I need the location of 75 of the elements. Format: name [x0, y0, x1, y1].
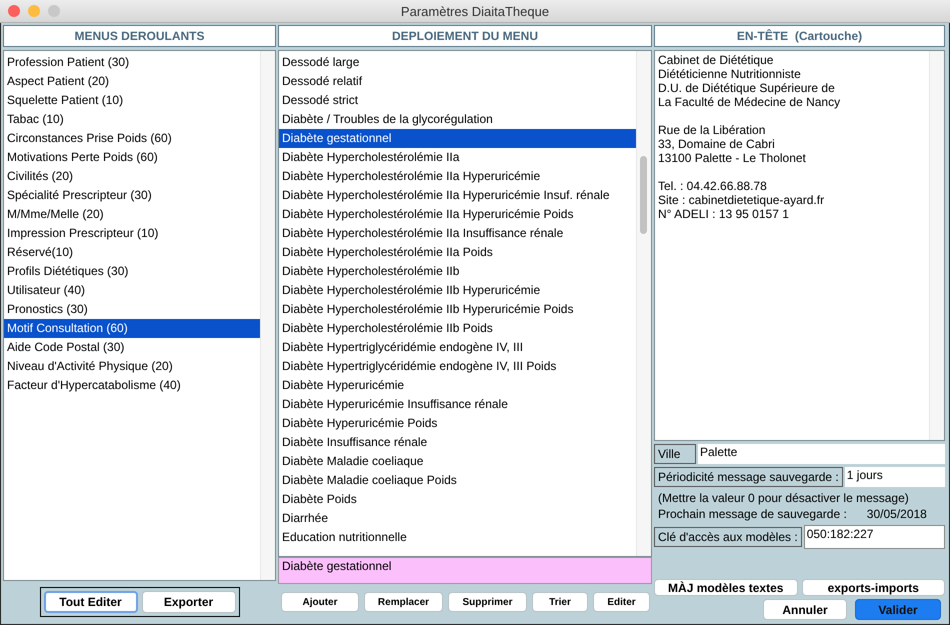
list-item[interactable]: Aspect Patient (20)	[4, 72, 260, 91]
list-item[interactable]: Diabète Maladie coeliaque	[279, 452, 636, 471]
list-item[interactable]: Dessodé large	[279, 53, 636, 72]
minimize-button[interactable]	[28, 5, 40, 17]
list-item[interactable]: Civilités (20)	[4, 167, 260, 186]
list-item[interactable]: Diabète Poids	[279, 490, 636, 509]
scrollbar-track[interactable]	[636, 51, 651, 556]
list-item[interactable]: Profils Diététiques (30)	[4, 262, 260, 281]
list-item[interactable]: Impression Prescripteur (10)	[4, 224, 260, 243]
list-item[interactable]: Diabète Hypercholestérolémie IIa Hyperuricémie Poids	[279, 205, 636, 224]
list-item[interactable]: Facteur d'Hypercatabolisme (40)	[4, 376, 260, 395]
list-item[interactable]: Diabète gestationnel	[279, 129, 636, 148]
list-item[interactable]: Circonstances Prise Poids (60)	[4, 129, 260, 148]
action-button[interactable]: exports-imports	[802, 579, 945, 596]
list-item[interactable]: Tabac (10)	[4, 110, 260, 129]
list-item[interactable]: Diabète Hypercholestérolémie IIb Hyperuricémie	[279, 281, 636, 300]
list-item[interactable]: Niveau d'Activité Physique (20)	[4, 357, 260, 376]
field-label: Clé d'accès aux modèles :	[654, 527, 802, 547]
list-item[interactable]: Diabète Hypercholestérolémie IIa Hyperuricémie	[279, 167, 636, 186]
list-item[interactable]: Diabète Hypercholestérolémie IIb Poids	[279, 319, 636, 338]
list-item[interactable]: Diabète Hypertriglycéridémie endogène IV, III Poids	[279, 357, 636, 376]
field-label: Périodicité message sauvegarde :	[654, 467, 843, 487]
list-item[interactable]: Diabète Hypercholestérolémie IIb Hyperuricémie Poids	[279, 300, 636, 319]
action-button[interactable]: Tout Editer	[44, 591, 138, 613]
list-item[interactable]: Réservé(10)	[4, 243, 260, 262]
list-item[interactable]: Diabète Hypertriglycéridémie endogène IV, III	[279, 338, 636, 357]
zoom-button[interactable]	[48, 5, 60, 17]
list-item[interactable]: Dessodé relatif	[279, 72, 636, 91]
action-button[interactable]: Supprimer	[448, 592, 527, 612]
next-save-label: Prochain message de sauvegarde :	[658, 506, 847, 522]
action-button[interactable]: Editer	[593, 592, 650, 612]
list-item[interactable]: Diabète Hypercholestérolémie IIa Hyperuricémie Insuf. rénale	[279, 186, 636, 205]
list-item[interactable]: Diabète Hypercholestérolémie IIa Poids	[279, 243, 636, 262]
field-label: Ville	[654, 444, 696, 464]
list-item[interactable]: Profession Patient (30)	[4, 53, 260, 72]
item-edit-field[interactable]: Diabète gestationnel	[278, 557, 652, 584]
action-button[interactable]: Ajouter	[281, 592, 359, 612]
action-button[interactable]: Trier	[532, 592, 588, 612]
list-item[interactable]: Aide Code Postal (30)	[4, 338, 260, 357]
list-item[interactable]: Diabète Hypercholestérolémie IIb	[279, 262, 636, 281]
validate-button[interactable]: Valider	[855, 599, 941, 620]
column-header: MENUS DEROULANTS	[3, 25, 276, 47]
list-item[interactable]: Diabète Hyperuricémie	[279, 376, 636, 395]
input-field[interactable]: 050:182:227	[804, 525, 945, 549]
list-item[interactable]: Spécialité Prescripteur (30)	[4, 186, 260, 205]
list-item[interactable]: Diabète Hyperuricémie Poids	[279, 414, 636, 433]
list-item[interactable]: Motivations Perte Poids (60)	[4, 148, 260, 167]
action-button[interactable]: MÀJ modèles textes	[654, 579, 798, 596]
list-item[interactable]: Diabète Hypercholestérolémie IIa	[279, 148, 636, 167]
cancel-button[interactable]: Annuler	[763, 599, 847, 620]
input-field[interactable]: Palette	[698, 444, 945, 464]
list-item[interactable]: Dessodé strict	[279, 91, 636, 110]
window-title: Paramètres DiaitaTheque	[400, 4, 550, 18]
list-item[interactable]: Diabète Hyperuricémie Insuffisance rénale	[279, 395, 636, 414]
scrollbar-thumb[interactable]	[640, 156, 647, 234]
close-button[interactable]	[8, 5, 20, 17]
hint-text: (Mettre la valeur 0 pour désactiver le message)	[657, 490, 910, 506]
action-button[interactable]: Exporter	[142, 591, 236, 613]
list-item[interactable]: Utilisateur (40)	[4, 281, 260, 300]
list-item[interactable]: Diabète Maladie coeliaque Poids	[279, 471, 636, 490]
list-item[interactable]: Squelette Patient (10)	[4, 91, 260, 110]
list-item[interactable]: Diarrhée	[279, 509, 636, 528]
action-button[interactable]: Remplacer	[364, 592, 443, 612]
input-field[interactable]: 1 jours	[844, 467, 945, 487]
list-item[interactable]: Diabète Insuffisance rénale	[279, 433, 636, 452]
list-item[interactable]: Motif Consultation (60)	[4, 319, 260, 338]
column-header: EN-TÊTE (Cartouche)	[654, 25, 945, 47]
list-item[interactable]: Diabète Hypercholestérolémie IIa Insuffisance rénale	[279, 224, 636, 243]
next-save-date: 30/05/2018	[866, 506, 927, 522]
list-item[interactable]: Pronostics (30)	[4, 300, 260, 319]
list-item[interactable]: Education nutritionnelle	[279, 528, 636, 547]
list-item[interactable]: M/Mme/Melle (20)	[4, 205, 260, 224]
list-item[interactable]: Diabète / Troubles de la glycorégulation	[279, 110, 636, 129]
scrollbar-track[interactable]	[260, 51, 275, 580]
column-header: DEPLOIEMENT DU MENU	[278, 25, 652, 47]
